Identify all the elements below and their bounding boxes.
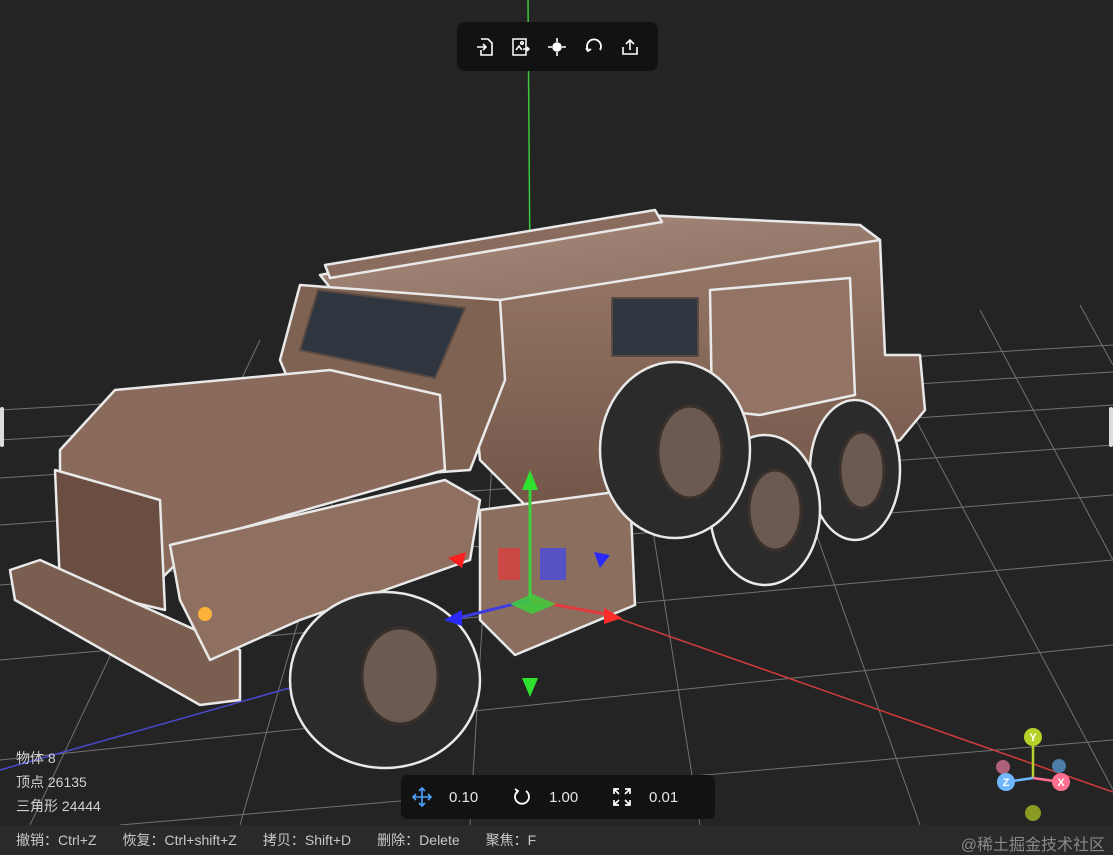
axis-y-label: Y xyxy=(1029,732,1037,744)
rotate-snap[interactable]: 1.00 xyxy=(511,786,593,808)
3d-viewport[interactable]: 物体 8 顶点 26135 三角形 24444 0.10 1.00 0.01 Y… xyxy=(0,0,1113,825)
file-import-icon xyxy=(477,37,493,56)
gizmo-xy-plane[interactable] xyxy=(498,548,520,580)
export-button[interactable] xyxy=(616,33,644,61)
axis-neg-y-handle[interactable] xyxy=(1025,805,1041,821)
right-panel-handle[interactable] xyxy=(1109,407,1113,447)
focus-button[interactable] xyxy=(543,33,571,61)
top-toolbar xyxy=(457,22,658,71)
scale-snap[interactable]: 0.01 xyxy=(611,786,693,808)
triangle-count: 三角形 24444 xyxy=(16,798,101,814)
gizmo-y-down-arrow[interactable] xyxy=(522,678,538,697)
gizmo-yz-plane[interactable] xyxy=(540,548,566,580)
reset-button[interactable] xyxy=(580,33,608,61)
redo-shortcut: 恢复：Ctrl+shift+Z xyxy=(122,832,237,848)
translate-snap[interactable]: 0.10 xyxy=(411,786,493,808)
left-panel-handle[interactable] xyxy=(0,407,4,447)
view-axis-gizmo[interactable]: Y X Z xyxy=(988,720,1088,825)
undo-shortcut: 撤销：Ctrl+Z xyxy=(16,832,97,848)
translate-snap-value[interactable]: 0.10 xyxy=(449,789,493,806)
object-count: 物体 8 xyxy=(16,750,56,766)
axis-x-label: X xyxy=(1057,777,1065,789)
rotate-reset-icon xyxy=(584,38,602,52)
transform-snap-panel: 0.10 1.00 0.01 xyxy=(401,775,715,819)
move-arrows-icon[interactable] xyxy=(411,786,433,808)
focus-shortcut: 聚焦：F xyxy=(485,832,537,848)
vehicle-headlight xyxy=(198,607,212,621)
import-scene-button[interactable] xyxy=(507,33,535,61)
watermark: @稀土掘金技术社区 xyxy=(960,837,1105,854)
axis-neg-z-handle[interactable] xyxy=(1052,759,1066,773)
delete-shortcut: 删除：Delete xyxy=(377,832,460,848)
rotate-icon[interactable] xyxy=(511,786,533,808)
vertex-count: 顶点 26135 xyxy=(16,774,87,790)
share-upload-icon xyxy=(622,38,638,55)
axis-neg-x-handle[interactable] xyxy=(996,760,1010,774)
crosshair-icon xyxy=(548,37,567,56)
shortcut-statusbar: 撤销：Ctrl+Z 恢复：Ctrl+shift+Z 拷贝：Shift+D 删除：… xyxy=(0,825,1113,855)
copy-shortcut: 拷贝：Shift+D xyxy=(262,832,352,848)
scene-stats: 物体 8 顶点 26135 三角形 24444 xyxy=(16,746,101,818)
scale-expand-icon[interactable] xyxy=(611,786,633,808)
image-swap-icon xyxy=(512,37,531,56)
import-button[interactable] xyxy=(471,33,499,61)
vehicle-side-window xyxy=(611,297,699,357)
scene-canvas[interactable] xyxy=(0,0,1113,825)
scale-snap-value[interactable]: 0.01 xyxy=(649,789,693,806)
rotate-snap-value[interactable]: 1.00 xyxy=(549,789,593,806)
axis-z-label: Z xyxy=(1003,777,1010,789)
